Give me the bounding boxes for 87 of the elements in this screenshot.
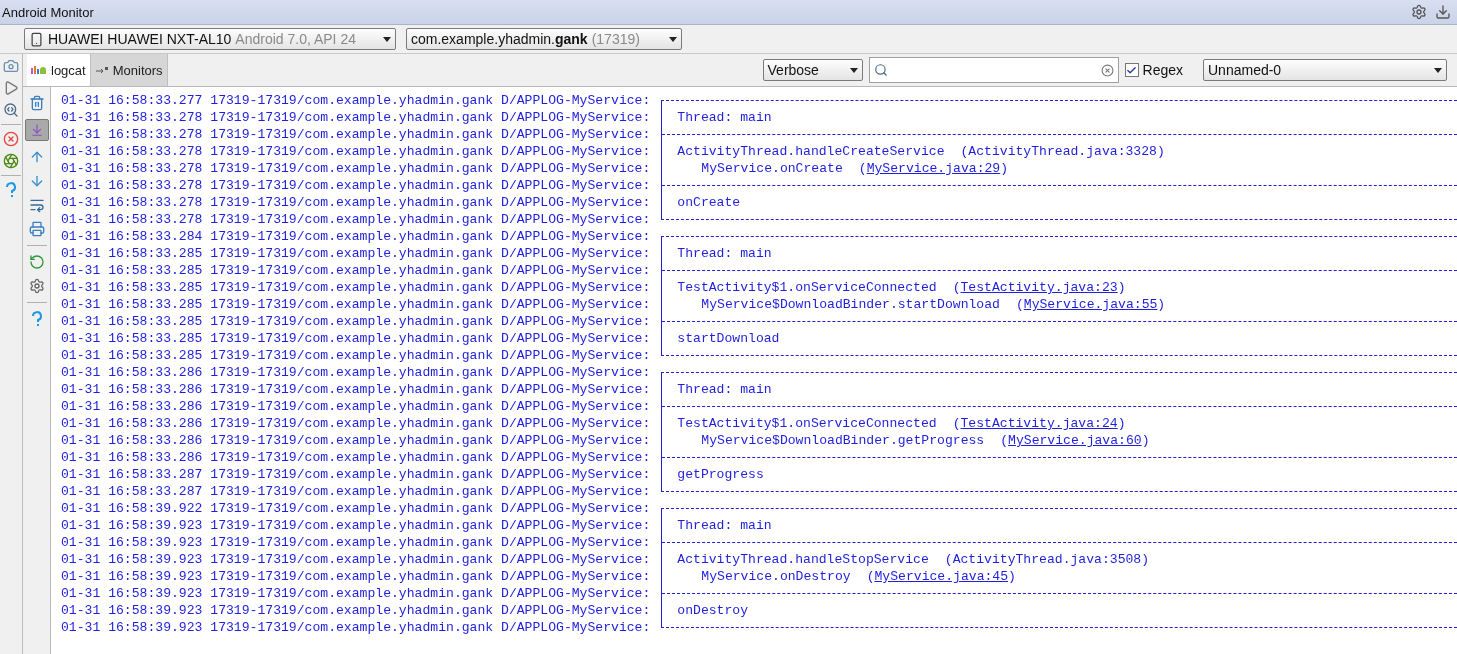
device-dropdown[interactable]: HUAWEI HUAWEI NXT-AL10 Android 7.0, API 24: [24, 28, 396, 50]
log-message: startDownload: [677, 331, 780, 346]
log-header: 01-31 16:58:33.278 17319-17319/com.example.yhadmin.gank D/APPLOG-MyService:: [61, 177, 651, 194]
download-icon[interactable]: [1435, 4, 1451, 20]
log-message: ActivityThread.handleCreateService (ActivityThread.java:3328): [677, 144, 1165, 159]
settings-icon[interactable]: [1411, 4, 1427, 20]
log-header: 01-31 16:58:33.285 17319-17319/com.example.yhadmin.gank D/APPLOG-MyService:: [61, 330, 651, 347]
log-header: 01-31 16:58:33.285 17319-17319/com.example.yhadmin.gank D/APPLOG-MyService:: [61, 279, 651, 296]
log-header: 01-31 16:58:33.287 17319-17319/com.example.yhadmin.gank D/APPLOG-MyService:: [61, 483, 651, 500]
clear-icon[interactable]: [1100, 63, 1114, 77]
log-message: MyService.onDestroy (MyService.java:45): [701, 569, 1016, 584]
log-message: TestActivity$1.onServiceConnected (TestActivity.java:23): [677, 280, 1126, 295]
arrow-to-line-icon: [29, 123, 44, 137]
log-message: onCreate: [677, 195, 741, 210]
log-header: 01-31 16:58:33.285 17319-17319/com.example.yhadmin.gank D/APPLOG-MyService:: [61, 296, 651, 313]
log-header: 01-31 16:58:33.285 17319-17319/com.example.yhadmin.gank D/APPLOG-MyService:: [61, 245, 651, 262]
log-header: 01-31 16:58:33.284 17319-17319/com.example.yhadmin.gank D/APPLOG-MyService:: [61, 228, 651, 245]
log-header: 01-31 16:58:33.286 17319-17319/com.example.yhadmin.gank D/APPLOG-MyService:: [61, 432, 651, 449]
log-header: 01-31 16:58:33.286 17319-17319/com.example.yhadmin.gank D/APPLOG-MyService:: [61, 398, 651, 415]
log-header: 01-31 16:58:39.923 17319-17319/com.example.yhadmin.gank D/APPLOG-MyService:: [61, 551, 651, 568]
log-message: Thread: main: [677, 246, 772, 261]
log-header: 01-31 16:58:33.285 17319-17319/com.example.yhadmin.gank D/APPLOG-MyService:: [61, 262, 651, 279]
log-header: 01-31 16:58:33.278 17319-17319/com.example.yhadmin.gank D/APPLOG-MyService:: [61, 109, 651, 126]
log-header: 01-31 16:58:33.277 17319-17319/com.example.yhadmin.gank D/APPLOG-MyService:: [61, 92, 651, 109]
camera-icon[interactable]: [3, 58, 19, 74]
search-field[interactable]: [868, 57, 1119, 83]
source-link[interactable]: MyService.java:55: [1023, 297, 1158, 312]
log-header: 01-31 16:58:39.923 17319-17319/com.example.yhadmin.gank D/APPLOG-MyService:: [61, 619, 651, 636]
log-header: 01-31 16:58:33.286 17319-17319/com.example.yhadmin.gank D/APPLOG-MyService:: [61, 449, 651, 466]
log-header: 01-31 16:58:39.923 17319-17319/com.example.yhadmin.gank D/APPLOG-MyService:: [61, 602, 651, 619]
window-title: Android Monitor: [2, 4, 94, 20]
search-icon: [873, 63, 888, 77]
log-message: TestActivity$1.onServiceConnected (TestActivity.java:24): [677, 416, 1126, 431]
log-message: getProgress: [677, 467, 764, 482]
source-link[interactable]: MyService.java:60: [1008, 433, 1142, 448]
source-link[interactable]: MyService.java:29: [866, 161, 1001, 176]
log-header: 01-31 16:58:39.923 17319-17319/com.example.yhadmin.gank D/APPLOG-MyService:: [61, 517, 651, 534]
log-header: 01-31 16:58:33.285 17319-17319/com.example.yhadmin.gank D/APPLOG-MyService:: [61, 313, 651, 330]
caret-icon: [849, 67, 858, 73]
log-header: 01-31 16:58:33.287 17319-17319/com.example.yhadmin.gank D/APPLOG-MyService:: [61, 466, 651, 483]
log-header: 01-31 16:58:33.286 17319-17319/com.example.yhadmin.gank D/APPLOG-MyService:: [61, 364, 651, 381]
log-header: 01-31 16:58:39.923 17319-17319/com.example.yhadmin.gank D/APPLOG-MyService:: [61, 568, 651, 585]
log-message: MyService$DownloadBinder.getProgress (MyService.java:60): [701, 433, 1150, 448]
log-header: 01-31 16:58:33.278 17319-17319/com.example.yhadmin.gank D/APPLOG-MyService:: [61, 160, 651, 177]
log-header: 01-31 16:58:33.278 17319-17319/com.example.yhadmin.gank D/APPLOG-MyService:: [61, 211, 651, 228]
aperture-icon[interactable]: [3, 153, 19, 169]
scroll-to-end-button[interactable]: [24, 119, 49, 141]
wrap-icon[interactable]: [28, 197, 45, 213]
log-level-dropdown[interactable]: Verbose: [762, 59, 863, 81]
log-message: Thread: main: [677, 518, 772, 533]
caret-icon: [383, 36, 391, 42]
pin-icon[interactable]: [94, 65, 109, 75]
stop-icon[interactable]: [3, 131, 19, 147]
source-link[interactable]: TestActivity.java:24: [960, 416, 1118, 431]
log-message: Thread: main: [677, 110, 772, 125]
settings-icon[interactable]: [28, 278, 45, 294]
log-header: 01-31 16:58:33.278 17319-17319/com.example.yhadmin.gank D/APPLOG-MyService:: [61, 194, 651, 211]
log-message: onDestroy: [677, 603, 749, 618]
inspect-icon[interactable]: [3, 102, 19, 118]
tab[interactable]: Monitors: [90, 54, 168, 86]
phone-icon: [29, 31, 44, 47]
log-message: MyService.onCreate (MyService.java:29): [701, 161, 1009, 176]
play-icon[interactable]: [3, 80, 19, 96]
tab[interactable]: logcat: [27, 54, 91, 86]
logcat-icon: [31, 64, 47, 76]
process-dropdown[interactable]: com.example.yhadmin.gank (17319): [406, 28, 682, 50]
log-header: 01-31 16:58:33.286 17319-17319/com.example.yhadmin.gank D/APPLOG-MyService:: [61, 415, 651, 432]
regex-checkbox[interactable]: [1124, 63, 1139, 77]
log-message: MyService$DownloadBinder.startDownload (MyService.java:55): [701, 297, 1166, 312]
log-header: 01-31 16:58:33.278 17319-17319/com.example.yhadmin.gank D/APPLOG-MyService:: [61, 143, 651, 160]
filter-preset-dropdown[interactable]: Unnamed-0: [1203, 59, 1447, 81]
printer-icon[interactable]: [28, 221, 45, 237]
trash-icon[interactable]: [28, 95, 45, 111]
log-header: 01-31 16:58:39.923 17319-17319/com.example.yhadmin.gank D/APPLOG-MyService:: [61, 534, 651, 551]
log-header: 01-31 16:58:33.286 17319-17319/com.example.yhadmin.gank D/APPLOG-MyService:: [61, 381, 651, 398]
checkbox-label: Regex: [1142, 62, 1183, 78]
log-message: ActivityThread.handleStopService (ActivityThread.java:3508): [677, 552, 1150, 567]
log-header: 01-31 16:58:33.278 17319-17319/com.example.yhadmin.gank D/APPLOG-MyService:: [61, 126, 651, 143]
restart-icon[interactable]: [28, 254, 45, 270]
log-message: Thread: main: [677, 382, 772, 397]
source-link[interactable]: MyService.java:45: [874, 569, 1009, 584]
caret-icon: [1434, 67, 1442, 73]
caret-icon: [669, 36, 677, 42]
source-link[interactable]: TestActivity.java:23: [960, 280, 1118, 295]
log-header: 01-31 16:58:39.923 17319-17319/com.example.yhadmin.gank D/APPLOG-MyService:: [61, 585, 651, 602]
log-header: 01-31 16:58:39.922 17319-17319/com.example.yhadmin.gank D/APPLOG-MyService:: [61, 500, 651, 517]
log-header: 01-31 16:58:33.285 17319-17319/com.example.yhadmin.gank D/APPLOG-MyService:: [61, 347, 651, 364]
